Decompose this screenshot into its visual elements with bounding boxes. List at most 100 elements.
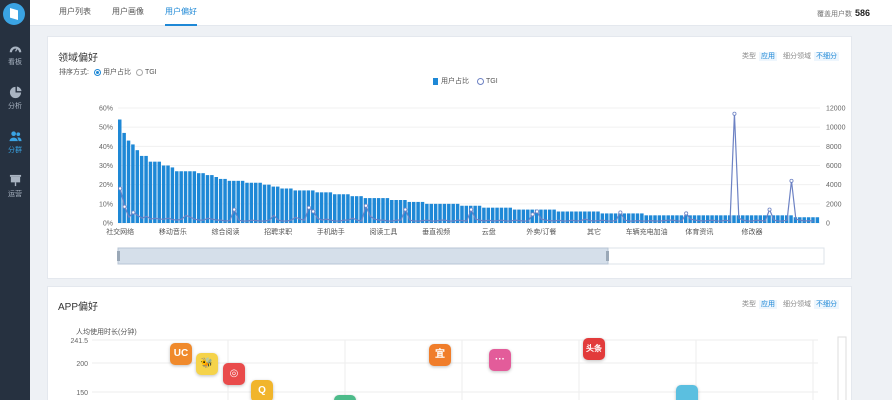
- bar: [644, 215, 648, 223]
- tgi-point: [789, 178, 794, 183]
- bar: [648, 215, 653, 223]
- bar: [223, 178, 227, 223]
- app-icon-toutiao[interactable]: 头条: [583, 338, 605, 360]
- bar: [196, 173, 201, 223]
- bar: [780, 215, 784, 223]
- bar: [337, 194, 341, 223]
- bar: [319, 192, 324, 223]
- y-tick-label-left: 20%: [99, 182, 113, 189]
- y-tick-label-left: 0%: [103, 221, 113, 228]
- sidebar-item-segment[interactable]: 分群: [0, 126, 30, 160]
- x-tick-label: 手机助手: [317, 227, 345, 236]
- bar: [657, 215, 662, 223]
- bar: [289, 188, 293, 223]
- app-icon-yi[interactable]: 宜: [429, 344, 451, 366]
- range-slider-handle-right: [606, 251, 609, 261]
- y-tick-label-right: 10000: [826, 125, 846, 132]
- logo[interactable]: [3, 3, 25, 25]
- range-slider-handle-left: [117, 251, 120, 261]
- bar: [126, 140, 131, 223]
- bar: [201, 173, 205, 223]
- bar: [324, 192, 328, 223]
- bar: [258, 182, 262, 223]
- tgi-point: [306, 205, 311, 210]
- bar: [135, 150, 140, 223]
- y-tick-label-right: 2000: [826, 201, 842, 208]
- bar: [280, 188, 284, 223]
- bar: [543, 209, 548, 223]
- bar: [232, 180, 236, 223]
- bar: [569, 211, 574, 223]
- bar: [697, 215, 701, 223]
- bar: [254, 182, 258, 223]
- bar: [249, 182, 254, 223]
- y-tick-label: 241.5: [70, 338, 88, 345]
- tgi-point: [363, 203, 368, 208]
- bar: [745, 215, 749, 223]
- y-tick-label-right: 6000: [826, 163, 842, 170]
- y-tick-label-left: 50%: [99, 125, 113, 132]
- bar: [732, 215, 736, 223]
- y-tick-label-left: 10%: [99, 201, 113, 208]
- y-tick-label-right: 0: [826, 221, 830, 228]
- sidebar-item-label: 运营: [8, 191, 22, 198]
- bar: [662, 215, 666, 223]
- app-icon-uc[interactable]: UC: [170, 343, 192, 365]
- coverage-value: 586: [854, 8, 870, 18]
- bar: [556, 211, 561, 223]
- y-tick-label-right: 4000: [826, 182, 842, 189]
- bar: [161, 165, 166, 223]
- bar: [789, 215, 793, 223]
- domain-bar-chart: 60% 12000 50% 10000 40% 8000 30% 6000 20% 4000 10%…: [99, 106, 846, 265]
- sidebar-item-operation[interactable]: 运营: [0, 170, 30, 204]
- bar: [420, 201, 425, 223]
- y-tick-label-right: 8000: [826, 144, 842, 151]
- bar: [710, 215, 714, 223]
- bar: [815, 217, 820, 223]
- range-slider-window: [117, 247, 609, 265]
- app-icon-partial[interactable]: [334, 395, 356, 400]
- bar: [675, 215, 679, 223]
- app-icon-partial[interactable]: [676, 385, 698, 400]
- x-tick-label: 综合阅读: [211, 227, 239, 236]
- bar: [118, 119, 122, 223]
- x-tick-label: 移动音乐: [159, 227, 187, 236]
- tgi-point: [732, 111, 737, 116]
- app-icon-q[interactable]: Q: [251, 380, 273, 400]
- users-icon: [8, 131, 22, 142]
- bar: [227, 180, 232, 223]
- x-tick-label: 社交网络: [106, 227, 134, 236]
- app-icon-chat[interactable]: ···: [489, 349, 511, 371]
- y-tick-label-left: 30%: [99, 163, 113, 170]
- bar: [776, 215, 780, 223]
- bar: [714, 215, 719, 223]
- app-icon-radio[interactable]: ◎: [223, 363, 245, 385]
- app-preference-panel: APP偏好 类型 应用 细分领域 不细分 人均使用时长(分钟) 241.5 200 …: [47, 286, 852, 400]
- vertical-scrollbar[interactable]: [837, 336, 847, 400]
- x-tick-label: 云盘: [482, 227, 496, 236]
- bar: [758, 215, 763, 223]
- tab-user-list[interactable]: 用户列表: [59, 0, 91, 26]
- sidebar-item-label: 看板: [8, 59, 22, 66]
- app-icon-bee[interactable]: 🐝: [196, 353, 218, 375]
- tgi-point: [469, 207, 474, 212]
- bar: [262, 184, 267, 223]
- bar: [166, 165, 170, 223]
- sidebar-item-analysis[interactable]: 分析: [0, 82, 30, 116]
- bar: [719, 215, 723, 223]
- y-tick-label: 200: [76, 361, 88, 368]
- tab-user-portrait[interactable]: 用户画像: [112, 0, 144, 26]
- tgi-point: [618, 210, 623, 215]
- x-tick-label: 修改器: [741, 227, 762, 236]
- bar: [175, 171, 179, 223]
- bar: [210, 175, 214, 223]
- domain-preference-panel: 领域偏好 类型 应用 细分领域 不细分 排序方式: 用户占比 TGI 用户占比 TG…: [47, 36, 852, 279]
- y-tick-label-left: 40%: [99, 144, 113, 151]
- y-tick-label-left: 60%: [99, 106, 113, 113]
- bar: [218, 178, 223, 223]
- bar: [267, 184, 271, 223]
- bar: [240, 180, 245, 223]
- sidebar-item-dashboard[interactable]: 看板: [0, 38, 30, 72]
- tgi-point: [535, 209, 540, 214]
- tab-user-preference[interactable]: 用户偏好: [165, 0, 197, 26]
